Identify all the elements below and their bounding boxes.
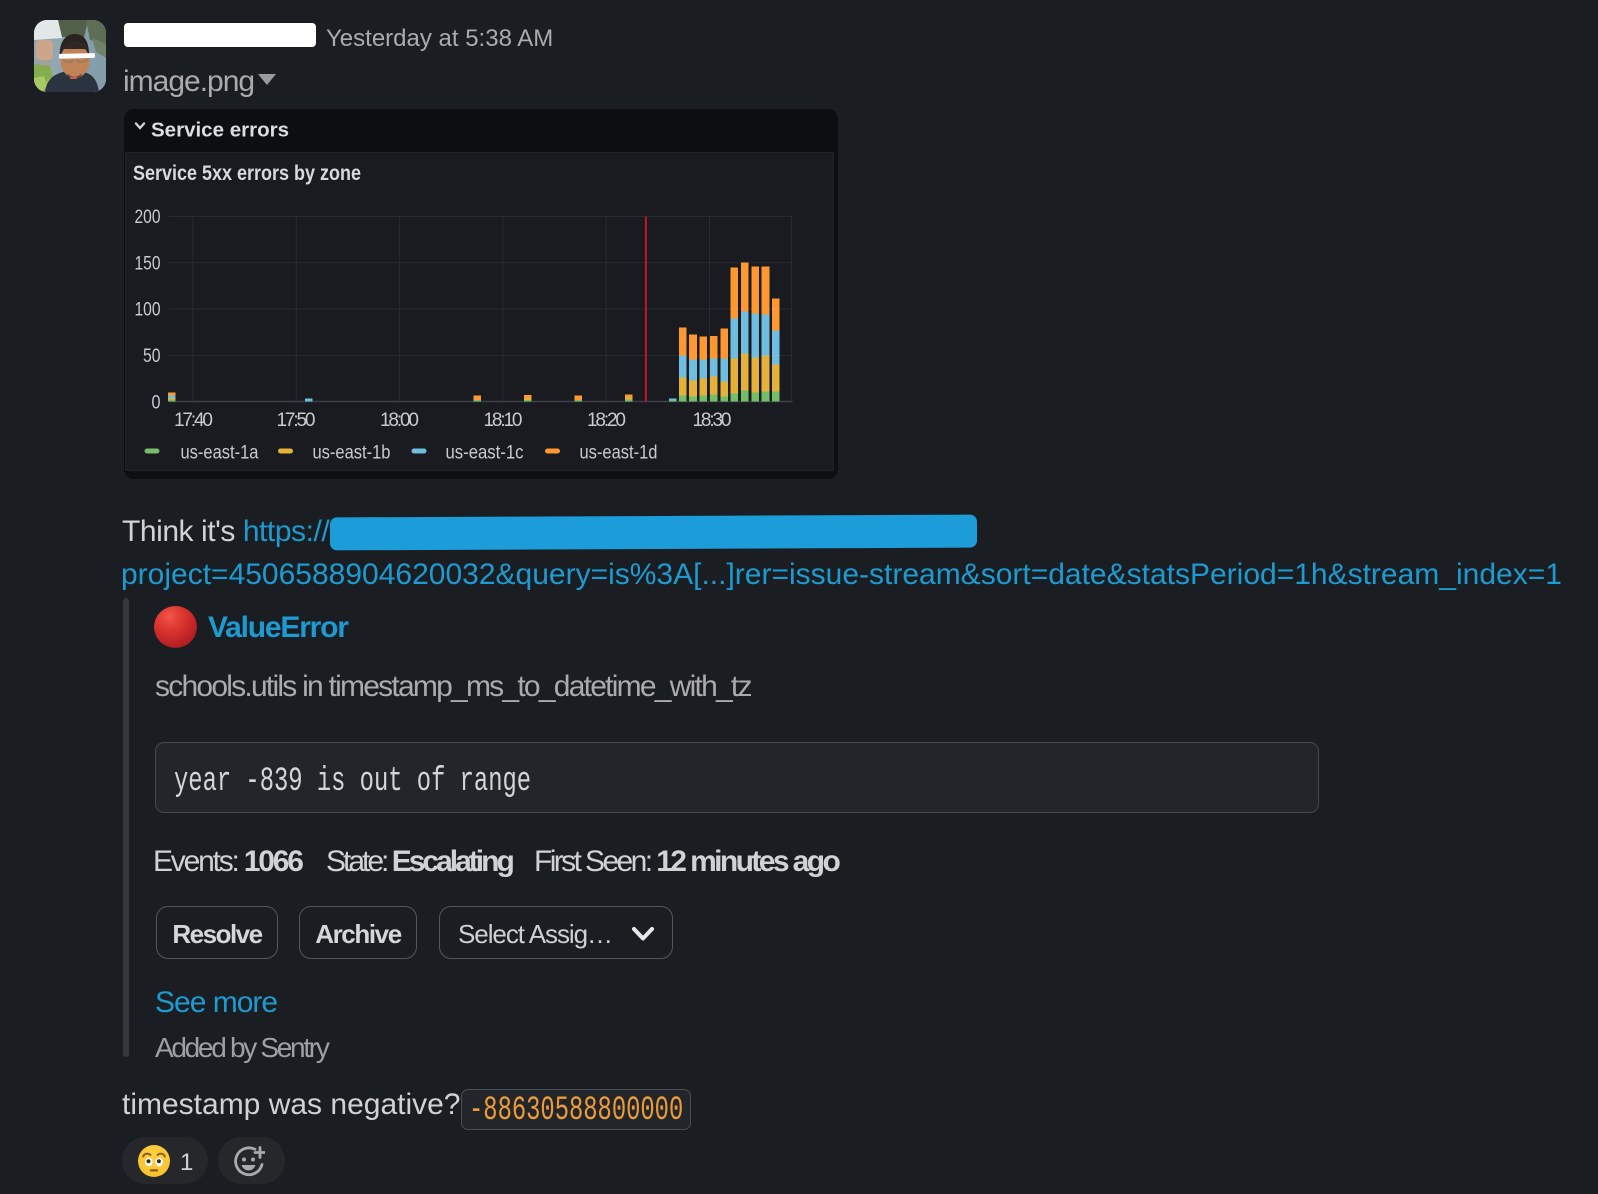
svg-text:us-east-1c: us-east-1c — [446, 443, 524, 464]
svg-text:18:00: 18:00 — [380, 410, 419, 431]
svg-text:100: 100 — [135, 300, 161, 321]
svg-text:18:20: 18:20 — [587, 410, 626, 431]
svg-text:18:10: 18:10 — [484, 410, 523, 431]
svg-text:us-east-1d: us-east-1d — [580, 443, 658, 464]
svg-text:50: 50 — [143, 346, 161, 367]
svg-text:us-east-1a: us-east-1a — [181, 443, 259, 464]
svg-text:18:30: 18:30 — [693, 410, 732, 431]
svg-text:Service 5xx errors by zone: Service 5xx errors by zone — [133, 162, 361, 185]
svg-text:200: 200 — [135, 207, 161, 228]
svg-text:0: 0 — [152, 393, 161, 414]
svg-text:17:50: 17:50 — [277, 410, 316, 431]
svg-text:17:40: 17:40 — [174, 410, 213, 431]
svg-text:Service errors: Service errors — [151, 120, 289, 142]
svg-text:150: 150 — [135, 254, 161, 275]
svg-text:us-east-1b: us-east-1b — [313, 443, 391, 464]
